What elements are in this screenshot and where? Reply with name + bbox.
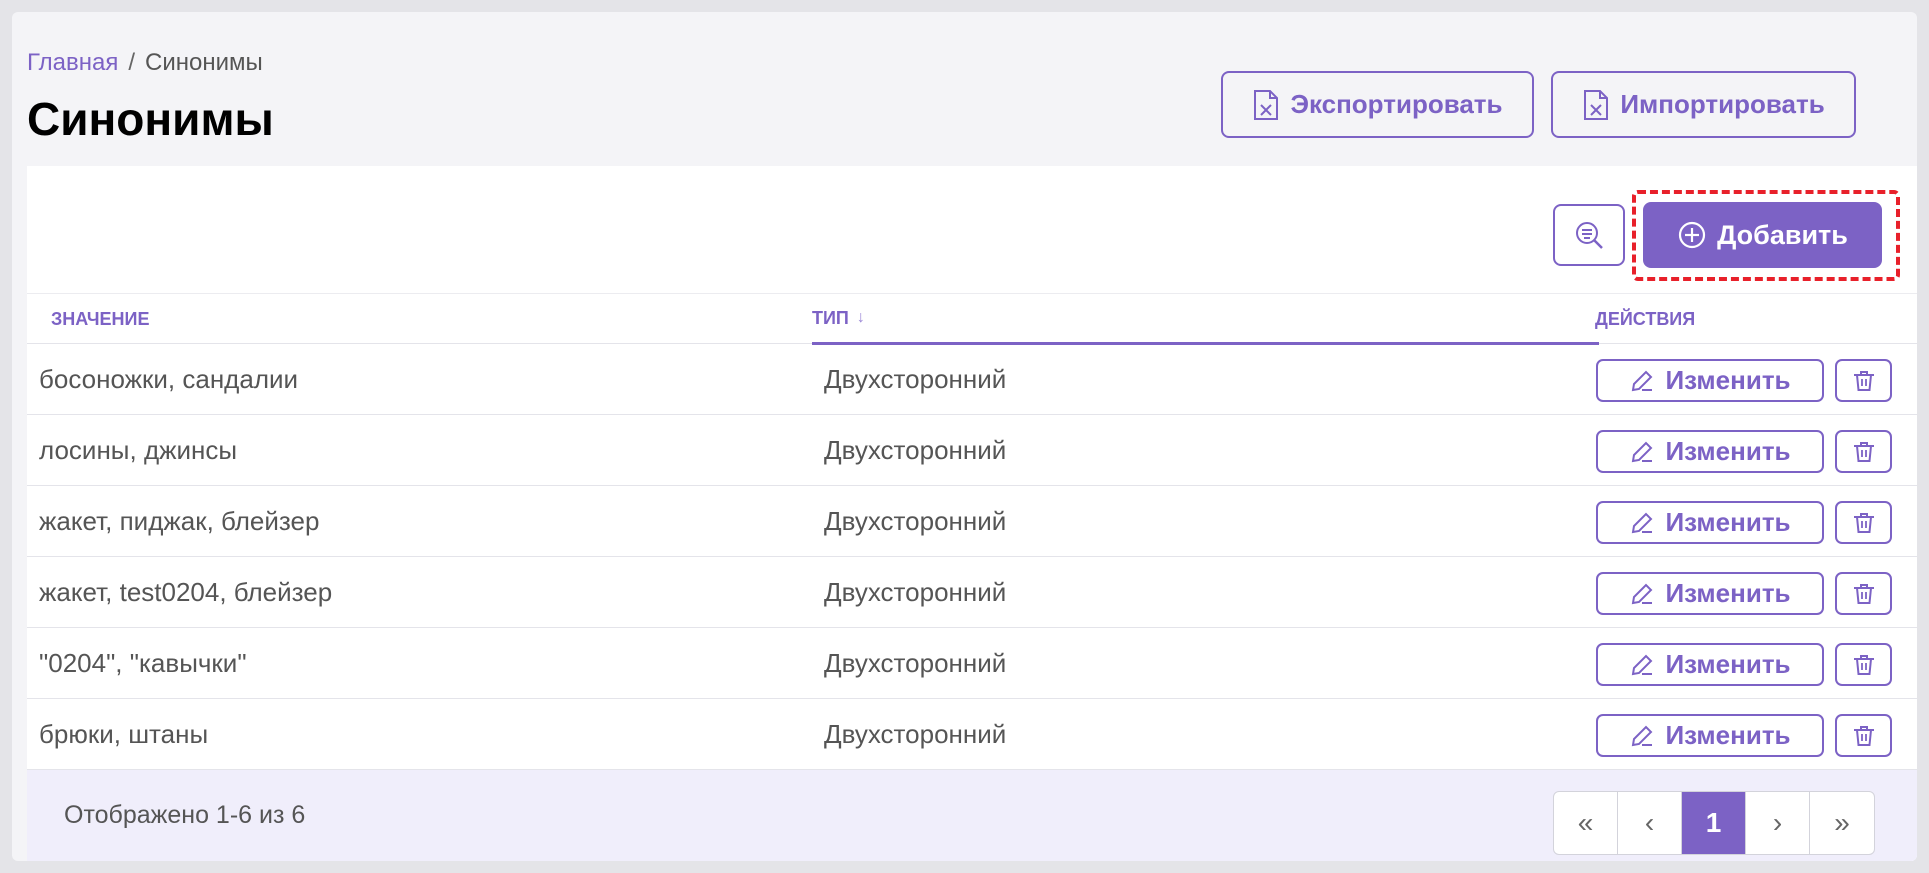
edit-button[interactable]: Изменить bbox=[1596, 430, 1824, 473]
pencil-icon bbox=[1632, 654, 1653, 675]
delete-button[interactable] bbox=[1835, 501, 1892, 544]
add-button[interactable]: Добавить bbox=[1643, 202, 1882, 268]
column-header-value[interactable]: Значение bbox=[51, 294, 150, 345]
table-row: жакет, test0204, блейзер Двухсторонний И… bbox=[27, 557, 1917, 628]
edit-button[interactable]: Изменить bbox=[1596, 501, 1824, 544]
column-header-actions-label: Действия bbox=[1595, 309, 1696, 329]
import-button-label: Импортировать bbox=[1620, 89, 1825, 119]
table-row: лосины, джинсы Двухсторонний Изменить bbox=[27, 415, 1917, 486]
cell-value: "0204", "кавычки" bbox=[39, 648, 247, 678]
export-button[interactable]: Экспортировать bbox=[1221, 71, 1534, 138]
edit-button-label: Изменить bbox=[1665, 720, 1791, 750]
table-row: "0204", "кавычки" Двухсторонний Изменить bbox=[27, 628, 1917, 699]
trash-icon bbox=[1853, 654, 1874, 675]
import-button[interactable]: Импортировать bbox=[1551, 71, 1856, 138]
cell-type: Двухсторонний bbox=[824, 648, 1007, 678]
cell-value: брюки, штаны bbox=[39, 719, 209, 749]
trash-icon bbox=[1853, 725, 1874, 746]
excel-file-icon bbox=[1584, 89, 1609, 120]
cell-value: лосины, джинсы bbox=[39, 435, 238, 465]
synonyms-table-card: Добавить Значение Тип ↓ Действия босоножк… bbox=[27, 166, 1917, 861]
sort-arrow-icon: ↓ bbox=[856, 309, 865, 326]
search-filter-icon bbox=[1576, 222, 1603, 249]
cell-type: Двухсторонний bbox=[824, 719, 1007, 749]
current-page-button[interactable]: 1 bbox=[1682, 792, 1746, 854]
trash-icon bbox=[1853, 370, 1874, 391]
trash-icon bbox=[1853, 441, 1874, 462]
table-header: Значение Тип ↓ Действия bbox=[27, 293, 1917, 345]
breadcrumb-home-link[interactable]: Главная bbox=[27, 49, 118, 76]
last-page-button[interactable]: » bbox=[1810, 792, 1874, 854]
delete-button[interactable] bbox=[1835, 430, 1892, 473]
first-page-button[interactable]: « bbox=[1554, 792, 1618, 854]
cell-type: Двухсторонний bbox=[824, 506, 1007, 536]
pencil-icon bbox=[1632, 441, 1653, 462]
table-row: босоножки, сандалии Двухсторонний Измени… bbox=[27, 344, 1917, 415]
export-button-label: Экспортировать bbox=[1290, 89, 1503, 119]
delete-button[interactable] bbox=[1835, 572, 1892, 615]
edit-button-label: Изменить bbox=[1665, 365, 1791, 395]
cell-type: Двухсторонний bbox=[824, 577, 1007, 607]
edit-button[interactable]: Изменить bbox=[1596, 643, 1824, 686]
add-button-label: Добавить bbox=[1717, 219, 1848, 250]
cell-value: жакет, пиджак, блейзер bbox=[39, 506, 320, 536]
edit-button-label: Изменить bbox=[1665, 649, 1791, 679]
pagination-info: Отображено 1-6 из 6 bbox=[64, 801, 306, 829]
column-header-type[interactable]: Тип ↓ bbox=[812, 294, 1599, 345]
cell-type: Двухсторонний bbox=[824, 364, 1007, 394]
pencil-icon bbox=[1632, 512, 1653, 533]
pagination: « ‹ 1 › » bbox=[1553, 791, 1875, 855]
trash-icon bbox=[1853, 512, 1874, 533]
column-header-value-label: Значение bbox=[51, 309, 150, 329]
cell-type: Двухсторонний bbox=[824, 435, 1007, 465]
prev-page-button[interactable]: ‹ bbox=[1618, 792, 1682, 854]
plus-circle-icon bbox=[1679, 221, 1706, 249]
pencil-icon bbox=[1632, 370, 1653, 391]
delete-button[interactable] bbox=[1835, 643, 1892, 686]
pencil-icon bbox=[1632, 583, 1653, 604]
table-row: жакет, пиджак, блейзер Двухсторонний Изм… bbox=[27, 486, 1917, 557]
edit-button-label: Изменить bbox=[1665, 436, 1791, 466]
delete-button[interactable] bbox=[1835, 714, 1892, 757]
trash-icon bbox=[1853, 583, 1874, 604]
excel-file-icon bbox=[1254, 89, 1279, 120]
cell-value: жакет, test0204, блейзер bbox=[39, 577, 333, 607]
edit-button-label: Изменить bbox=[1665, 507, 1791, 537]
breadcrumb-separator: / bbox=[128, 49, 136, 76]
search-filter-button[interactable] bbox=[1553, 204, 1625, 266]
edit-button[interactable]: Изменить bbox=[1596, 359, 1824, 402]
cell-value: босоножки, сандалии bbox=[39, 364, 299, 394]
breadcrumb: Главная / Синонимы bbox=[27, 49, 263, 77]
edit-button[interactable]: Изменить bbox=[1596, 714, 1824, 757]
edit-button-label: Изменить bbox=[1665, 578, 1791, 608]
column-header-actions: Действия bbox=[1595, 294, 1695, 345]
edit-button[interactable]: Изменить bbox=[1596, 572, 1824, 615]
table-row: брюки, штаны Двухсторонний Изменить bbox=[27, 699, 1917, 770]
table-footer: Отображено 1-6 из 6 « ‹ 1 › » bbox=[27, 770, 1917, 861]
breadcrumb-current: Синонимы bbox=[145, 49, 263, 76]
pencil-icon bbox=[1632, 725, 1653, 746]
page-title: Синонимы bbox=[27, 93, 274, 145]
delete-button[interactable] bbox=[1835, 359, 1892, 402]
app-frame: Главная / Синонимы Синонимы Экспортировать… bbox=[12, 12, 1917, 861]
column-header-type-label: Тип bbox=[812, 307, 849, 328]
next-page-button[interactable]: › bbox=[1746, 792, 1810, 854]
